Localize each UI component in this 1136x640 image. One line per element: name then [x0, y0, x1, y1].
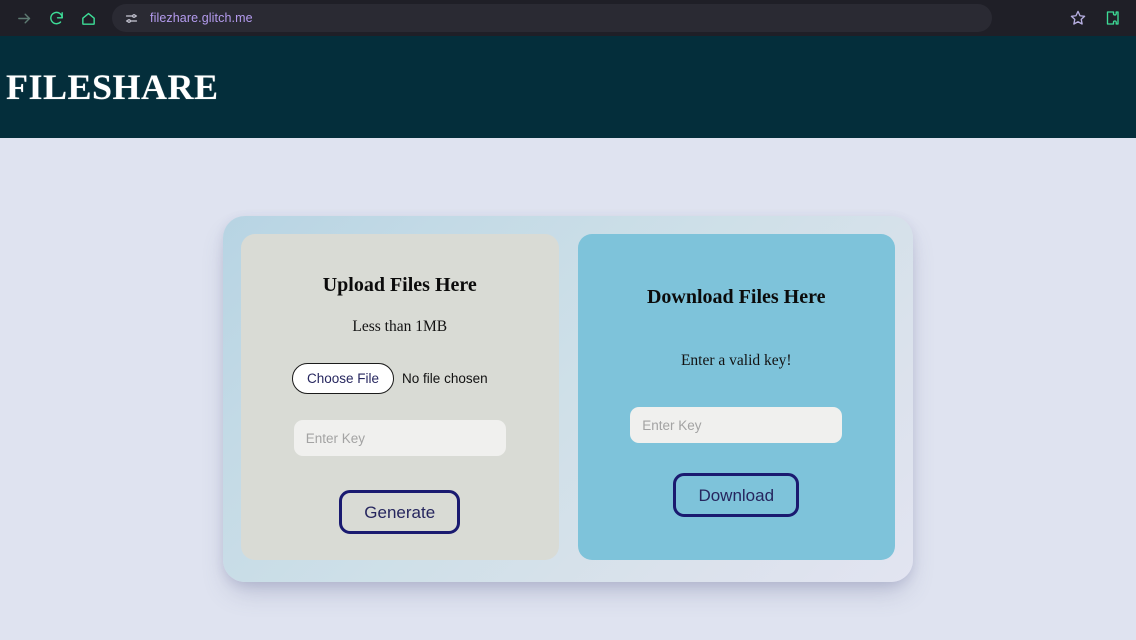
download-card: Download Files Here Enter a valid key! D…: [577, 234, 895, 560]
file-status-label: No file chosen: [402, 371, 488, 386]
bookmark-star-icon[interactable]: [1064, 4, 1092, 32]
upload-size-note: Less than 1MB: [352, 318, 448, 335]
forward-arrow-icon[interactable]: [10, 4, 38, 32]
file-picker-row: Choose File No file chosen: [292, 363, 488, 394]
extensions-puzzle-icon[interactable]: [1098, 4, 1126, 32]
download-hint: Enter a valid key!: [680, 352, 792, 369]
download-key-input[interactable]: [630, 407, 843, 443]
browser-toolbar: filezhare.glitch.me: [0, 0, 1136, 36]
tune-sliders-icon[interactable]: [122, 9, 140, 27]
choose-file-button[interactable]: Choose File: [292, 363, 395, 394]
address-bar[interactable]: filezhare.glitch.me: [112, 4, 992, 32]
home-icon[interactable]: [74, 4, 102, 32]
reload-icon[interactable]: [42, 4, 70, 32]
generate-button[interactable]: Generate: [339, 490, 461, 534]
download-button[interactable]: Download: [673, 473, 800, 517]
main-content: Upload Files Here Less than 1MB Choose F…: [0, 138, 1136, 640]
url-text: filezhare.glitch.me: [150, 11, 253, 25]
upload-card: Upload Files Here Less than 1MB Choose F…: [241, 234, 559, 560]
download-card-title: Download Files Here: [646, 286, 826, 308]
page-title: FILESHARE: [6, 67, 219, 107]
cards-wrapper: Upload Files Here Less than 1MB Choose F…: [223, 216, 913, 582]
upload-key-input[interactable]: [293, 420, 506, 456]
site-header: FILESHARE: [0, 36, 1136, 138]
upload-card-title: Upload Files Here: [322, 274, 477, 296]
toolbar-right-actions: [1064, 4, 1126, 32]
